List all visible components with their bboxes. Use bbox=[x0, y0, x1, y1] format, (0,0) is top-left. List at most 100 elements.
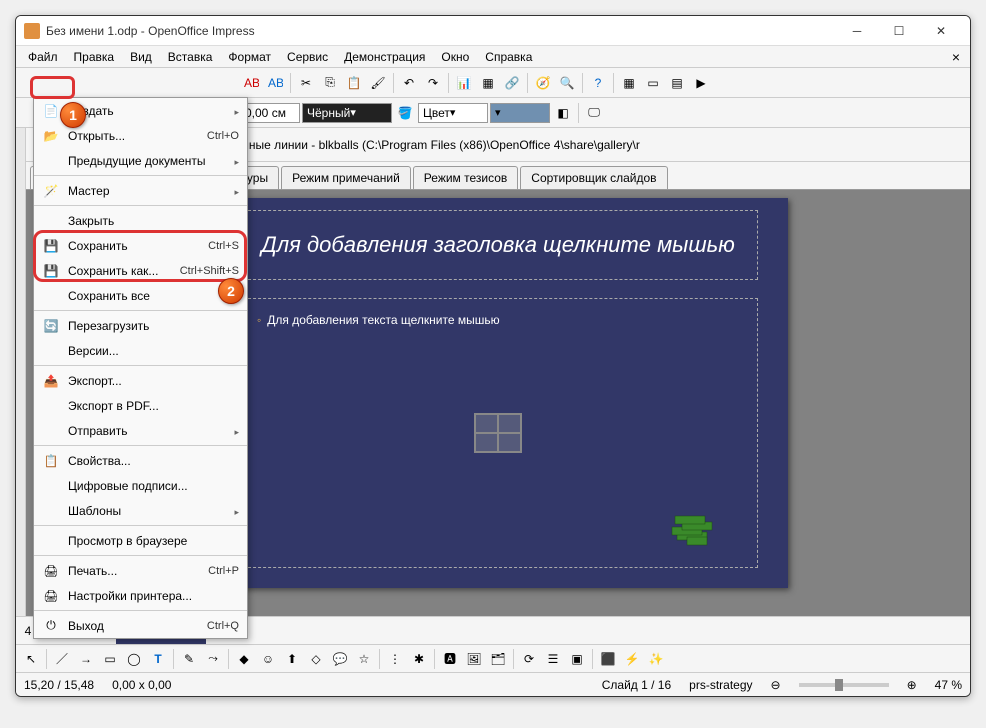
menu-help[interactable]: Справка bbox=[477, 48, 540, 66]
text-tool-icon[interactable]: T bbox=[147, 648, 169, 670]
fontwork-icon[interactable]: 🅰 bbox=[439, 648, 461, 670]
paste-icon[interactable]: 📋 bbox=[343, 72, 365, 94]
file-menu-item[interactable]: Сохранить все bbox=[34, 283, 247, 308]
file-menu-item[interactable]: Экспорт в PDF... bbox=[34, 393, 247, 418]
hyperlink-icon[interactable]: 🔗 bbox=[501, 72, 523, 94]
slideshow-icon[interactable]: ▶ bbox=[690, 72, 712, 94]
curve-tool-icon[interactable]: ✎ bbox=[178, 648, 200, 670]
file-menu-item[interactable]: Шаблоны bbox=[34, 498, 247, 523]
stars-icon[interactable]: ☆ bbox=[353, 648, 375, 670]
file-menu-item[interactable]: 📂Открыть...Ctrl+O bbox=[34, 123, 247, 148]
file-menu-item[interactable]: 💾СохранитьCtrl+S bbox=[34, 233, 247, 258]
gallery-icon-2[interactable]: 🗂 bbox=[487, 648, 509, 670]
status-zoom[interactable]: 47 % bbox=[935, 678, 962, 692]
layout-icon[interactable]: ▭ bbox=[642, 72, 664, 94]
arrange-icon[interactable]: ▣ bbox=[566, 648, 588, 670]
close-doc-icon[interactable]: × bbox=[946, 49, 966, 65]
file-menu-item[interactable]: Версии... bbox=[34, 338, 247, 363]
status-coords: 15,20 / 15,48 bbox=[24, 678, 94, 692]
glue-icon[interactable]: ✱ bbox=[408, 648, 430, 670]
callouts-icon[interactable]: 💬 bbox=[329, 648, 351, 670]
menu-item-label: Сохранить как... bbox=[68, 264, 172, 278]
printer-icon: 🖨 bbox=[42, 588, 60, 604]
symbol-shapes-icon[interactable]: ☺ bbox=[257, 648, 279, 670]
file-menu-item[interactable]: 📤Экспорт... bbox=[34, 368, 247, 393]
file-menu-item[interactable]: 🔄Перезагрузить bbox=[34, 313, 247, 338]
points-icon[interactable]: ⋮ bbox=[384, 648, 406, 670]
file-menu-item[interactable]: Предыдущие документы bbox=[34, 148, 247, 173]
basic-shapes-icon[interactable]: ◆ bbox=[233, 648, 255, 670]
arrow-tool-icon[interactable]: → bbox=[75, 648, 97, 670]
zoom-in-icon[interactable]: ⊕ bbox=[907, 678, 917, 692]
help-icon[interactable]: ? bbox=[587, 72, 609, 94]
ellipse-tool-icon[interactable]: ◯ bbox=[123, 648, 145, 670]
menu-item-shortcut: Ctrl+O bbox=[207, 130, 239, 142]
slides-panel-collapsed[interactable] bbox=[16, 128, 26, 616]
menu-slideshow[interactable]: Демонстрация bbox=[336, 48, 433, 66]
redo-icon[interactable]: ↷ bbox=[422, 72, 444, 94]
file-menu-item[interactable]: Закрыть bbox=[34, 208, 247, 233]
file-menu-item[interactable]: 💾Сохранить как...Ctrl+Shift+S bbox=[34, 258, 247, 283]
spellcheck-icon[interactable]: ABC bbox=[240, 72, 262, 94]
zoom-slider[interactable] bbox=[799, 683, 889, 687]
copy-icon[interactable]: ⎘ bbox=[319, 72, 341, 94]
format-paint-icon[interactable]: 🖌 bbox=[367, 72, 389, 94]
file-menu-item[interactable]: Отправить bbox=[34, 418, 247, 443]
navigator-icon[interactable]: 🧭 bbox=[532, 72, 554, 94]
slide-title-placeholder[interactable]: Для добавления заголовка щелкните мышью bbox=[238, 210, 758, 280]
block-arrows-icon[interactable]: ⬆ bbox=[281, 648, 303, 670]
undo-icon[interactable]: ↶ bbox=[398, 72, 420, 94]
zoom-out-icon[interactable]: ⊖ bbox=[771, 678, 781, 692]
file-menu-item[interactable]: 🪄Мастер bbox=[34, 178, 247, 203]
connector-tool-icon[interactable]: ⤳ bbox=[202, 648, 224, 670]
file-menu-item[interactable]: Просмотр в браузере bbox=[34, 528, 247, 553]
table-icon[interactable]: ▦ bbox=[477, 72, 499, 94]
file-menu-item[interactable]: 🖨Печать...Ctrl+P bbox=[34, 558, 247, 583]
flowchart-icon[interactable]: ◇ bbox=[305, 648, 327, 670]
line-tool-icon[interactable]: ／ bbox=[51, 648, 73, 670]
menu-window[interactable]: Окно bbox=[433, 48, 477, 66]
file-menu-item[interactable]: 📋Свойства... bbox=[34, 448, 247, 473]
file-menu-item[interactable]: Цифровые подписи... bbox=[34, 473, 247, 498]
tab-sorter[interactable]: Сортировщик слайдов bbox=[520, 166, 667, 189]
autospell-icon[interactable]: ABC bbox=[264, 72, 286, 94]
slide[interactable]: Для добавления заголовка щелкните мышью … bbox=[208, 198, 788, 588]
maximize-button[interactable]: ☐ bbox=[878, 17, 920, 45]
menu-file[interactable]: Файл bbox=[20, 48, 66, 66]
slide-props-icon[interactable]: 🖵 bbox=[583, 102, 605, 124]
menu-insert[interactable]: Вставка bbox=[160, 48, 221, 66]
minimize-button[interactable]: ─ bbox=[836, 17, 878, 45]
from-file-icon[interactable]: 🖼 bbox=[463, 648, 485, 670]
fill-type-combo[interactable]: Цвет ▾ bbox=[418, 103, 488, 123]
interaction-icon[interactable]: ⚡ bbox=[621, 648, 643, 670]
grid-icon[interactable]: ▦ bbox=[618, 72, 640, 94]
outline-icon[interactable]: ▤ bbox=[666, 72, 688, 94]
cut-icon[interactable]: ✂ bbox=[295, 72, 317, 94]
content-type-icon[interactable] bbox=[474, 413, 522, 453]
menu-edit[interactable]: Правка bbox=[66, 48, 123, 66]
animation-icon[interactable]: ✨ bbox=[645, 648, 667, 670]
fill-icon[interactable]: 🪣 bbox=[394, 102, 416, 124]
close-button[interactable]: ✕ bbox=[920, 17, 962, 45]
align-icon[interactable]: ☰ bbox=[542, 648, 564, 670]
menu-view[interactable]: Вид bbox=[122, 48, 160, 66]
menu-tools[interactable]: Сервис bbox=[279, 48, 336, 66]
menu-format[interactable]: Формат bbox=[220, 48, 279, 66]
chart-icon[interactable]: 📊 bbox=[453, 72, 475, 94]
fill-color-combo[interactable]: ▾ bbox=[490, 103, 550, 123]
rect-tool-icon[interactable]: ▭ bbox=[99, 648, 121, 670]
zoom-icon[interactable]: 🔍 bbox=[556, 72, 578, 94]
exit-icon: ⏻ bbox=[42, 618, 60, 634]
tab-handout[interactable]: Режим тезисов bbox=[413, 166, 519, 189]
file-menu-item[interactable]: ⏻ВыходCtrl+Q bbox=[34, 613, 247, 638]
line-color-combo[interactable]: Чёрный ▾ bbox=[302, 103, 392, 123]
tab-notes[interactable]: Режим примечаний bbox=[281, 166, 411, 189]
annotation-highlight-file bbox=[30, 76, 75, 99]
file-menu-item[interactable]: 🖨Настройки принтера... bbox=[34, 583, 247, 608]
pointer-icon[interactable]: ↖ bbox=[20, 648, 42, 670]
slide-text-placeholder[interactable]: ◦Для добавления текста щелкните мышью bbox=[238, 298, 758, 568]
rotate-icon[interactable]: ⟳ bbox=[518, 648, 540, 670]
line-width-combo[interactable]: 0,00 см bbox=[240, 103, 300, 123]
extrude-icon[interactable]: ⬛ bbox=[597, 648, 619, 670]
shadow-icon[interactable]: ◧ bbox=[552, 102, 574, 124]
